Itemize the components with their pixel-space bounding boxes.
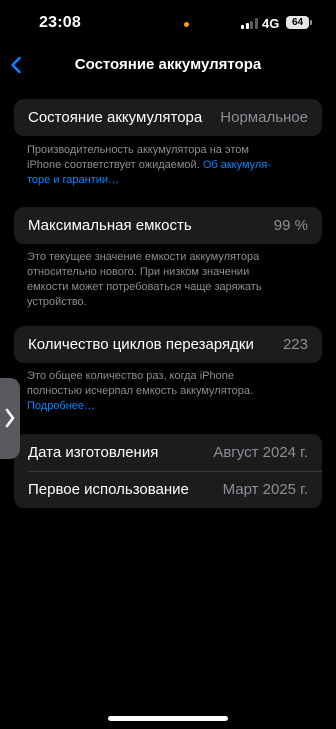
battery-icon: 64: [286, 16, 309, 29]
manufacture-date-row: Дата изготовления Август 2024 г.: [14, 434, 322, 471]
cycles-value: 223: [282, 336, 308, 353]
capacity-note-line: Это текущее значение емкости аккумулятор…: [27, 251, 260, 263]
network-type: 4G: [262, 16, 280, 31]
capacity-label: Максимальная емкость: [28, 217, 192, 234]
capacity-row: Максимальная емкость 99 %: [14, 207, 322, 244]
health-value: Нормальное: [220, 109, 308, 126]
learn-more-link[interactable]: Подробнее…: [27, 399, 309, 414]
health-label: Состояние аккумулятора: [28, 109, 203, 126]
health-footnote: Производительность аккумулятора на этом …: [27, 143, 309, 188]
cellular-signal-icon: [241, 18, 258, 29]
capacity-note-line: относительно нового. При низком значении: [27, 266, 250, 278]
home-indicator[interactable]: [108, 716, 228, 721]
cycles-footnote: Это общее количество раз, когда iPhone п…: [27, 369, 309, 414]
navigation-bar: Состояние аккумулятора: [0, 46, 336, 86]
first-use-value: Март 2025 г.: [222, 481, 308, 498]
cycles-note-line: Это общее количество раз, когда iPhone: [27, 370, 234, 382]
dates-group: Дата изготовления Август 2024 г. Первое …: [14, 434, 322, 508]
battery-health-screen: 23:08 4G 64 Состояние аккумулятора Состо…: [0, 0, 336, 729]
side-panel-handle[interactable]: [0, 378, 20, 459]
cycles-group: Количество циклов перезарядки 223: [14, 326, 322, 363]
capacity-note-line: устройство.: [27, 296, 87, 308]
cycles-note-line: полностью исчерпал емкость аккумулятора.: [27, 385, 253, 397]
status-time: 23:08: [39, 14, 81, 31]
manufacture-date-label: Дата изготовления: [28, 444, 159, 461]
cycles-label: Количество циклов перезарядки: [28, 336, 254, 353]
privacy-indicator-dot: [184, 22, 189, 27]
page-title: Состояние аккумулятора: [74, 56, 262, 73]
health-group: Состояние аккумулятора Нормальное: [14, 99, 322, 136]
capacity-footnote: Это текущее значение емкости аккумулятор…: [27, 250, 309, 310]
capacity-note-line: емкости может потребоваться чаще заряжат…: [27, 281, 262, 293]
status-bar: 23:08 4G 64: [0, 0, 336, 46]
battery-nub: [310, 20, 312, 25]
cycles-row: Количество циклов перезарядки 223: [14, 326, 322, 363]
health-note-line: iPhone соответствует ожидаемой. Об аккум…: [27, 159, 271, 171]
chevron-right-icon: [5, 408, 15, 428]
battery-warranty-link-cont[interactable]: торе и гарантии…: [27, 173, 309, 188]
health-note-line: Производительность аккумулятора на этом: [27, 144, 249, 156]
first-use-label: Первое использование: [28, 481, 189, 498]
first-use-row: Первое использование Март 2025 г.: [14, 471, 322, 508]
manufacture-date-value: Август 2024 г.: [213, 444, 308, 461]
battery-warranty-link[interactable]: Об аккумуля-: [203, 159, 271, 171]
capacity-group: Максимальная емкость 99 %: [14, 207, 322, 244]
capacity-value: 99 %: [273, 217, 308, 234]
health-row: Состояние аккумулятора Нормальное: [14, 99, 322, 136]
